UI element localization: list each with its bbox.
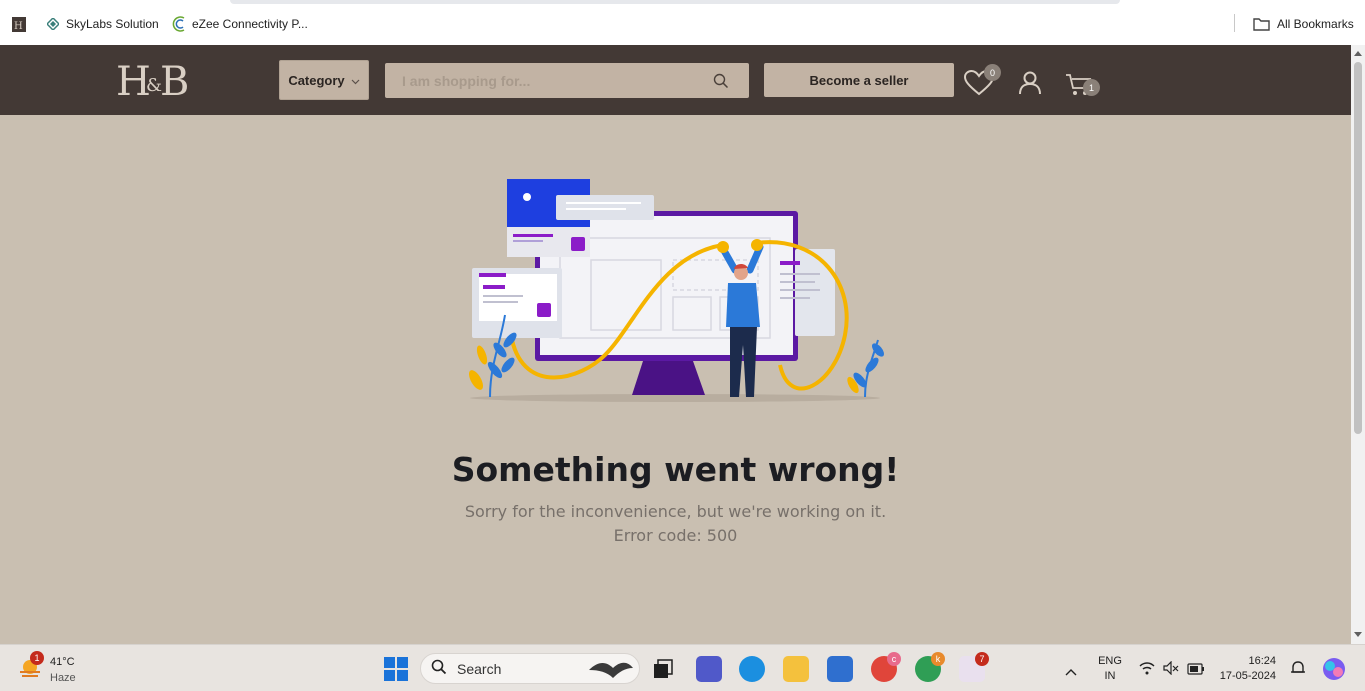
windows-icon bbox=[384, 657, 408, 681]
bookmarks-divider bbox=[1234, 14, 1235, 32]
taskbar-search[interactable]: Search bbox=[420, 653, 640, 684]
svg-text:H: H bbox=[116, 59, 149, 103]
wishlist-button[interactable]: 0 bbox=[963, 64, 1001, 101]
clock-time: 16:24 bbox=[1248, 655, 1276, 667]
site-header: H & B Category Become a seller 0 1 bbox=[0, 45, 1351, 115]
bookmark-skylabs[interactable]: SkyLabs Solution bbox=[46, 15, 159, 33]
edge-icon[interactable] bbox=[739, 656, 765, 682]
weather-notification-badge: 1 bbox=[30, 651, 44, 665]
task-view-button[interactable] bbox=[650, 656, 676, 682]
chevron-down-icon bbox=[351, 73, 360, 88]
error-code: Error code: 500 bbox=[613, 526, 738, 545]
slack-notification-badge: 7 bbox=[975, 652, 989, 666]
hb-logo-icon: H bbox=[12, 16, 26, 32]
scroll-down-arrow[interactable] bbox=[1354, 632, 1362, 637]
cart-count-badge: 1 bbox=[1083, 79, 1100, 96]
windows-taskbar: 1 41°C Haze Search c k 7 ENG IN 16:24 17… bbox=[0, 644, 1365, 691]
category-label: Category bbox=[288, 72, 345, 88]
bookmarks-bar: H SkyLabs Solution eZee Connectivity P..… bbox=[0, 0, 1365, 45]
microsoft-store-icon[interactable] bbox=[827, 656, 853, 682]
category-dropdown[interactable]: Category bbox=[279, 60, 369, 100]
svg-text:B: B bbox=[160, 59, 187, 103]
weather-condition: Haze bbox=[50, 672, 76, 684]
error-illustration bbox=[460, 175, 890, 405]
svg-text:H: H bbox=[14, 21, 23, 32]
clock[interactable]: 16:24 17-05-2024 bbox=[1212, 654, 1276, 684]
region-code: IN bbox=[1104, 670, 1116, 682]
language-indicator[interactable]: ENG IN bbox=[1096, 654, 1124, 684]
page-scrollbar[interactable] bbox=[1351, 45, 1365, 644]
weather-widget[interactable]: 1 bbox=[18, 651, 44, 686]
start-button[interactable] bbox=[384, 657, 408, 686]
address-bar-edge bbox=[230, 0, 1120, 4]
all-bookmarks-button[interactable]: All Bookmarks bbox=[1252, 15, 1354, 33]
wishlist-count-badge: 0 bbox=[984, 64, 1001, 81]
bookmark-label: SkyLabs Solution bbox=[66, 17, 159, 31]
chevron-up-icon bbox=[1065, 669, 1077, 676]
all-bookmarks-label: All Bookmarks bbox=[1277, 17, 1354, 31]
language-code: ENG bbox=[1098, 655, 1122, 667]
battery-icon[interactable] bbox=[1187, 662, 1205, 680]
bookmark-ezee[interactable]: eZee Connectivity P... bbox=[172, 15, 308, 33]
search-box bbox=[385, 63, 749, 98]
wifi-icon[interactable] bbox=[1139, 661, 1155, 680]
search-icon bbox=[431, 659, 447, 678]
hb-logo-icon: H & B bbox=[116, 59, 189, 105]
user-icon bbox=[1019, 71, 1041, 95]
folder-icon bbox=[1252, 17, 1270, 31]
site-logo[interactable]: H & B bbox=[116, 57, 196, 105]
temperature: 41°C bbox=[50, 656, 75, 668]
speaker-muted-icon[interactable] bbox=[1163, 660, 1179, 680]
account-button[interactable] bbox=[1019, 71, 1041, 100]
clock-date: 17-05-2024 bbox=[1219, 670, 1276, 682]
taskbar-search-label: Search bbox=[457, 660, 502, 677]
cart-button[interactable]: 1 bbox=[1065, 73, 1100, 102]
scrollbar-thumb[interactable] bbox=[1354, 62, 1362, 434]
error-message: Sorry for the inconvenience, but we're w… bbox=[464, 502, 887, 521]
skylabs-icon bbox=[46, 17, 60, 31]
copilot-icon[interactable] bbox=[1321, 656, 1347, 687]
chrome-profile-k-icon[interactable]: k bbox=[915, 652, 945, 682]
scroll-up-arrow[interactable] bbox=[1354, 51, 1362, 56]
chrome-profile-badge: k bbox=[931, 652, 945, 666]
teams-icon[interactable] bbox=[696, 656, 722, 682]
show-hidden-icons-button[interactable] bbox=[1065, 663, 1077, 681]
weather-text[interactable]: 41°C Haze bbox=[50, 654, 76, 686]
chrome-profile-badge: c bbox=[887, 652, 901, 666]
bird-search-highlight-icon bbox=[587, 656, 635, 685]
search-input[interactable] bbox=[402, 72, 702, 89]
become-seller-button[interactable]: Become a seller bbox=[764, 63, 954, 97]
error-title: Something went wrong! bbox=[451, 450, 900, 489]
hb-favicon-bookmark[interactable]: H bbox=[12, 15, 32, 33]
bookmark-label: eZee Connectivity P... bbox=[192, 17, 308, 31]
file-explorer-icon[interactable] bbox=[783, 656, 809, 682]
slack-icon[interactable]: 7 bbox=[959, 652, 989, 682]
ezee-icon bbox=[172, 16, 186, 32]
error-message-block: Sorry for the inconvenience, but we're w… bbox=[0, 500, 1351, 548]
chrome-profile-c-icon[interactable]: c bbox=[871, 652, 901, 682]
notifications-bell-icon[interactable] bbox=[1290, 660, 1306, 681]
search-icon[interactable] bbox=[713, 73, 729, 94]
task-view-icon bbox=[654, 659, 673, 678]
